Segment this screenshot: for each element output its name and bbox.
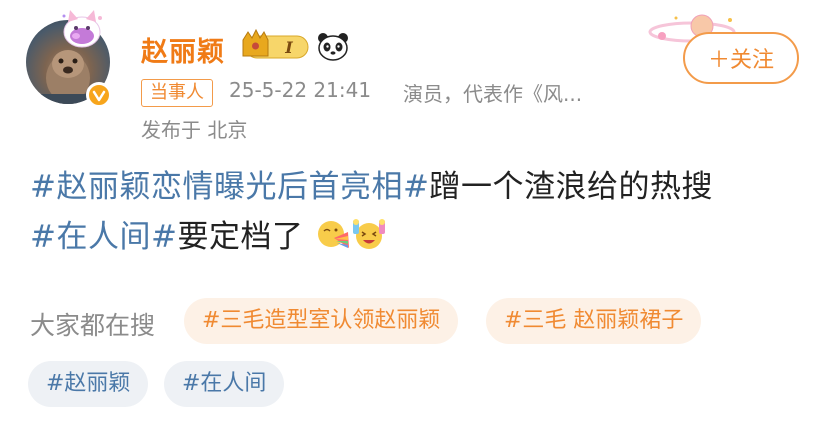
post-text: 要定档了 — [177, 219, 304, 255]
hashtag-link[interactable]: #赵丽颖恋情曝光后首亮相# — [30, 169, 429, 205]
verified-badge-icon — [86, 82, 112, 108]
cat-head-ornament-icon — [62, 10, 102, 48]
role-tag: 当事人 — [141, 79, 213, 107]
vip-level: I — [284, 38, 293, 57]
avatar-container[interactable] — [26, 10, 116, 108]
rainbow-vomit-emoji-icon — [317, 221, 349, 248]
topic-chip[interactable]: #在人间 — [164, 361, 285, 407]
post-content: #赵丽颖恋情曝光后首亮相#蹭一个渣浪给的热搜 #在人间#要定档了 — [30, 162, 800, 262]
weibo-post-card: 赵丽颖 I ＋关注 当事人 25-5-22 21:41 演员，代表作《风... … — [0, 0, 828, 445]
cheering-emoji-icon — [352, 219, 385, 249]
trending-search-label: 大家都在搜 — [30, 311, 156, 340]
hashtag-link[interactable]: #在人间# — [30, 219, 177, 255]
follow-button[interactable]: ＋关注 — [683, 32, 799, 84]
post-timestamp[interactable]: 25-5-22 21:41 — [229, 78, 371, 102]
topic-chip[interactable]: #赵丽颖 — [28, 361, 149, 407]
crown-vip-icon[interactable]: I — [240, 28, 312, 62]
trending-search-chip[interactable]: #三毛 赵丽颖裙子 — [486, 298, 702, 344]
post-text: 蹭一个渣浪给的热搜 — [429, 169, 713, 205]
post-location: 发布于 北京 — [141, 118, 248, 142]
author-name[interactable]: 赵丽颖 — [141, 30, 225, 69]
author-description: 演员，代表作《风... — [403, 82, 583, 106]
panda-icon — [318, 33, 348, 61]
trending-search-chip[interactable]: #三毛造型室认领赵丽颖 — [184, 298, 459, 344]
